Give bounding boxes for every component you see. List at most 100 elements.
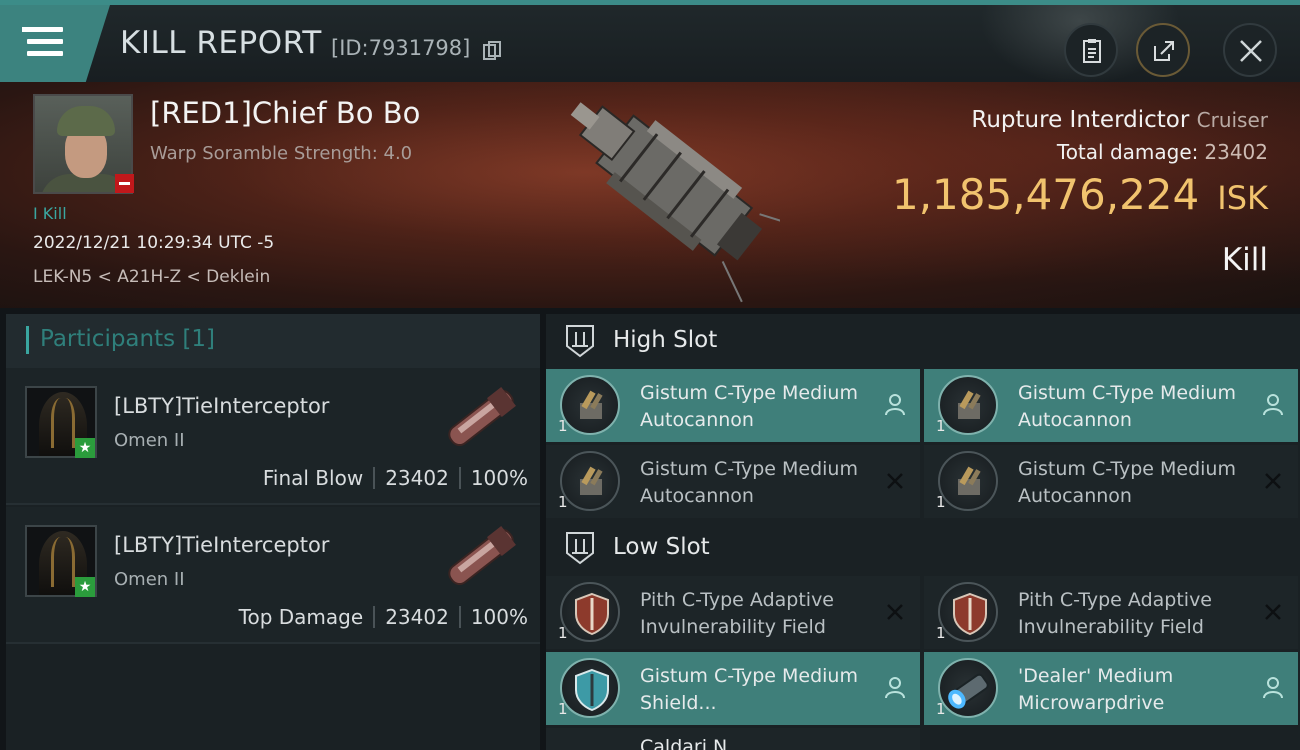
pilot-percent: 100% xyxy=(470,466,528,490)
module-quantity: 1 xyxy=(558,417,568,435)
divider xyxy=(373,606,376,628)
victim-banner: [RED1]Chief Bo Bo Warp Soramble Strength… xyxy=(0,82,1300,308)
high-slot-label: High Slot xyxy=(613,327,718,353)
module-name: Caldari N... xyxy=(640,736,746,750)
page-title: KILL REPORT xyxy=(120,25,322,61)
pilot-name: [LBTY]TieInterceptor xyxy=(114,533,330,557)
hostile-status-badge xyxy=(115,174,134,193)
low-slot-label: Low Slot xyxy=(613,534,710,560)
copy-icon[interactable] xyxy=(483,41,501,61)
pilot-damage: 23402 xyxy=(385,605,449,629)
close-icon xyxy=(1240,40,1262,62)
module-name: Gistum C-Type Medium Autocannon xyxy=(640,382,858,431)
module-name: Pith C-Type Adaptive Invulnerability Fie… xyxy=(640,589,834,638)
person-icon xyxy=(885,677,905,699)
total-damage-value: 23402 xyxy=(1204,140,1268,164)
participants-panel: Participants [1] ★ [LBTY]TieInterceptor … xyxy=(6,314,540,750)
pilot-damage: 23402 xyxy=(385,466,449,490)
kill-datetime: 2022/12/21 10:29:34 UTC -5 xyxy=(33,233,275,253)
module-name: Gistum C-Type Medium Autocannon xyxy=(1018,382,1236,431)
pilot-ship: Omen II xyxy=(114,569,185,590)
isk-value: 1,185,476,224 ISK xyxy=(892,170,1268,219)
module-item[interactable]: 1 Gistum C-Type Medium Autocannon xyxy=(546,445,920,518)
header-accent xyxy=(26,326,29,354)
victim-ship[interactable]: Rupture Interdictor Cruiser xyxy=(971,107,1268,133)
person-icon xyxy=(885,394,905,416)
victim-subtitle: Warp Soramble Strength: 4.0 xyxy=(150,143,413,164)
module-item-partial[interactable]: Caldari N... xyxy=(546,728,920,750)
module-item[interactable]: 1 Gistum C-Type Medium Shield... xyxy=(546,652,920,725)
module-name: Gistum C-Type Medium Shield... xyxy=(640,665,858,714)
pilot-percent: 100% xyxy=(470,605,528,629)
person-icon xyxy=(1263,677,1283,699)
autocannon-icon xyxy=(560,451,620,511)
attacker-ship-render xyxy=(448,386,516,447)
attacker-ship-render xyxy=(448,525,516,586)
slot-icon xyxy=(566,532,594,565)
hamburger-menu-icon-bar xyxy=(27,51,63,56)
divider xyxy=(458,606,461,628)
module-item[interactable]: 1 Pith C-Type Adaptive Invulnerability F… xyxy=(924,576,1298,649)
x-icon xyxy=(887,473,903,489)
divider xyxy=(373,467,376,489)
pilot-role: Top Damage xyxy=(238,605,364,629)
top-bar: KILL REPORT [ID:7931798] xyxy=(0,0,1300,85)
x-icon xyxy=(1265,473,1281,489)
autocannon-icon xyxy=(560,375,620,435)
participant-row[interactable]: ★ [LBTY]TieInterceptor Omen II Final Blo… xyxy=(6,368,540,505)
module-name: Gistum C-Type Medium Autocannon xyxy=(1018,458,1236,507)
autocannon-icon xyxy=(938,451,998,511)
kill-tag: I Kill xyxy=(33,204,67,223)
shield-hardener-icon xyxy=(560,582,620,642)
ship-class: Cruiser xyxy=(1196,108,1268,132)
isk-amount: 1,185,476,224 xyxy=(891,170,1200,219)
module-quantity: 1 xyxy=(558,624,568,642)
portrait-cap xyxy=(57,106,115,136)
total-damage-label: Total damage: xyxy=(1056,140,1199,164)
module-quantity: 1 xyxy=(558,493,568,511)
module-quantity: 1 xyxy=(936,700,946,718)
star-icon: ★ xyxy=(75,438,95,458)
module-quantity: 1 xyxy=(936,493,946,511)
pilot-stats: Top Damage 23402 100% xyxy=(239,605,528,629)
person-icon xyxy=(1263,394,1283,416)
shield-extender-icon xyxy=(560,658,620,718)
share-icon xyxy=(1154,41,1174,61)
microwarpdrive-icon xyxy=(938,658,998,718)
participants-label: Participants [1] xyxy=(40,326,215,352)
slot-icon xyxy=(566,325,594,358)
participant-row[interactable]: ★ [LBTY]TieInterceptor Omen II Top Damag… xyxy=(6,507,540,644)
divider xyxy=(458,467,461,489)
pilot-stats: Final Blow 23402 100% xyxy=(263,466,528,490)
autocannon-icon xyxy=(938,375,998,435)
module-item[interactable]: 1 'Dealer' Medium Microwarpdrive xyxy=(924,652,1298,725)
pilot-name: [LBTY]TieInterceptor xyxy=(114,394,330,418)
fitting-panel: High Slot 1 Gistum C-Type Medium Autocan… xyxy=(546,314,1300,750)
kill-status: Kill xyxy=(1221,242,1268,278)
victim-name[interactable]: [RED1]Chief Bo Bo xyxy=(150,96,420,130)
participants-header[interactable]: Participants [1] xyxy=(6,314,540,368)
menu-button[interactable] xyxy=(0,5,110,82)
pilot-ship: Omen II xyxy=(114,430,185,451)
star-icon: ★ xyxy=(75,577,95,597)
module-item[interactable]: 1 Pith C-Type Adaptive Invulnerability F… xyxy=(546,576,920,649)
hamburger-menu-icon-bar xyxy=(27,39,63,44)
close-button[interactable] xyxy=(1223,23,1277,77)
low-slot-header: Low Slot xyxy=(546,521,1300,575)
module-quantity: 1 xyxy=(936,624,946,642)
module-item[interactable]: 1 Gistum C-Type Medium Autocannon xyxy=(924,369,1298,442)
module-name: Pith C-Type Adaptive Invulnerability Fie… xyxy=(1018,589,1212,638)
clipboard-button[interactable] xyxy=(1064,23,1118,77)
total-damage: Total damage: 23402 xyxy=(1057,140,1268,164)
share-button[interactable] xyxy=(1136,23,1190,77)
module-item[interactable]: 1 Gistum C-Type Medium Autocannon xyxy=(546,369,920,442)
report-id: [ID:7931798] xyxy=(331,36,471,60)
module-name: 'Dealer' Medium Microwarpdrive xyxy=(1018,665,1174,714)
kill-location[interactable]: LEK-N5 < A21H-Z < Deklein xyxy=(33,267,270,287)
pilot-role: Final Blow xyxy=(262,466,364,490)
module-item[interactable]: 1 Gistum C-Type Medium Autocannon xyxy=(924,445,1298,518)
ship-render xyxy=(570,102,780,303)
portrait-trim xyxy=(51,398,75,448)
module-name: Gistum C-Type Medium Autocannon xyxy=(640,458,858,507)
shield-hardener-icon xyxy=(938,582,998,642)
